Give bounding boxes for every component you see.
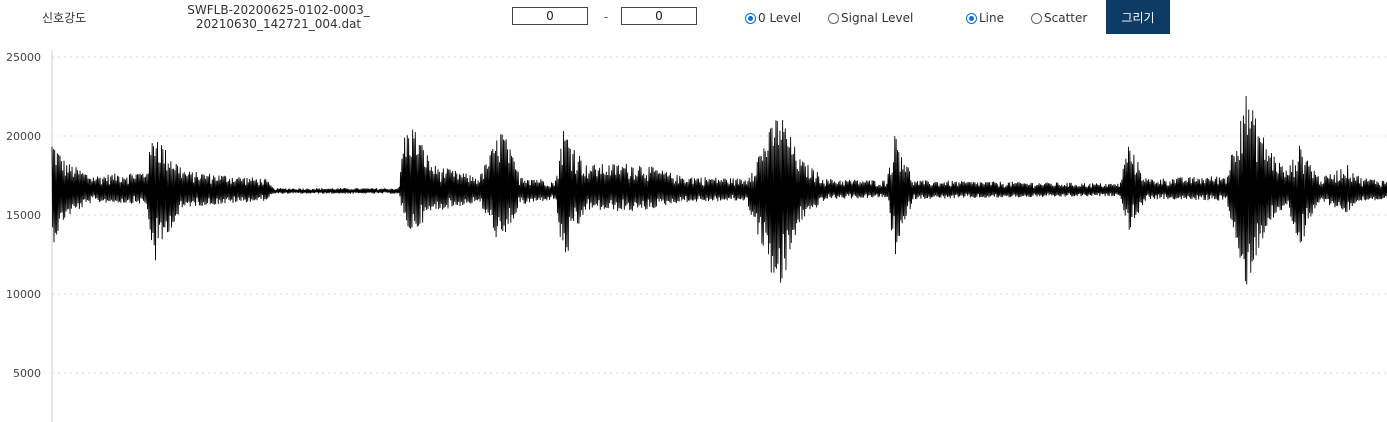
signal-chart: 25000 20000 15000 10000 5000 [6,50,1387,422]
radio-line-label: Line [979,11,1005,25]
range-start-input[interactable] [512,7,588,25]
radio-unchecked-icon [828,12,839,24]
radio-zero-level[interactable]: 0 Level [745,11,801,25]
y-tick-labels: 25000 20000 15000 10000 5000 [6,51,41,380]
range-separator: - [604,10,609,24]
signal-strength-label: 신호강도 [42,11,87,25]
radio-checked-icon [745,12,756,24]
radio-checked-icon [966,12,977,24]
y-tick-label: 25000 [6,51,41,64]
toolbar: 신호강도 SWFLB-20200625-0102-0003_20210630_1… [0,0,1387,50]
radio-unchecked-icon [1031,12,1042,24]
y-tick-label: 10000 [6,288,41,301]
y-tick-label: 5000 [13,367,41,380]
radio-scatter-label: Scatter [1044,11,1088,25]
radio-scatter[interactable]: Scatter [1031,11,1087,25]
y-tick-label: 20000 [6,130,41,143]
radio-signal-level[interactable]: Signal Level [828,11,913,25]
draw-button[interactable]: 그리기 [1106,0,1170,34]
y-tick-label: 15000 [6,209,41,222]
radio-zero-level-label: 0 Level [758,11,802,25]
grid-lines [52,56,1387,374]
radio-line[interactable]: Line [966,11,1004,25]
file-name: SWFLB-20200625-0102-0003_20210630_142721… [187,3,370,31]
radio-signal-level-label: Signal Level [841,11,914,25]
range-end-input[interactable] [621,7,697,25]
signal-line [51,95,1387,285]
